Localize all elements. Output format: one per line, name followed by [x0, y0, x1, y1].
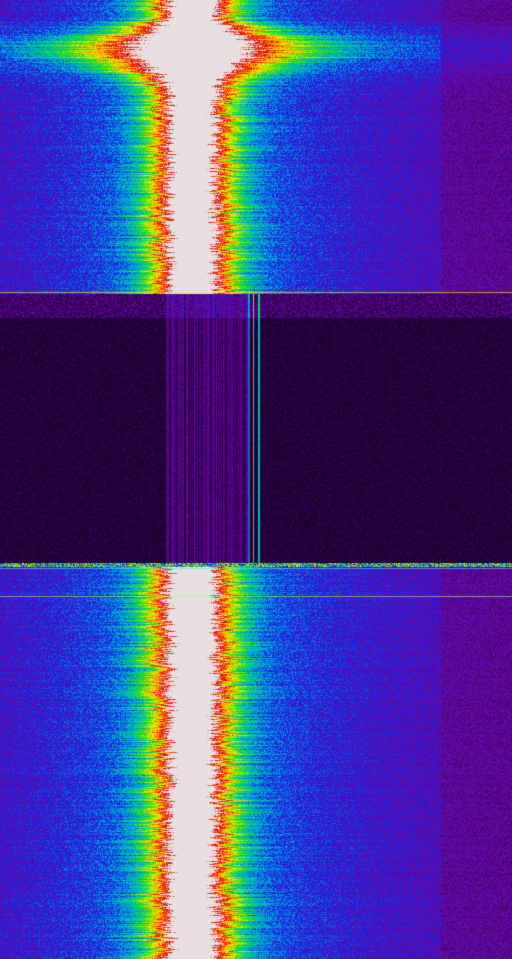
spectrogram-waterfall	[0, 0, 512, 959]
waterfall-display[interactable]	[0, 0, 512, 959]
